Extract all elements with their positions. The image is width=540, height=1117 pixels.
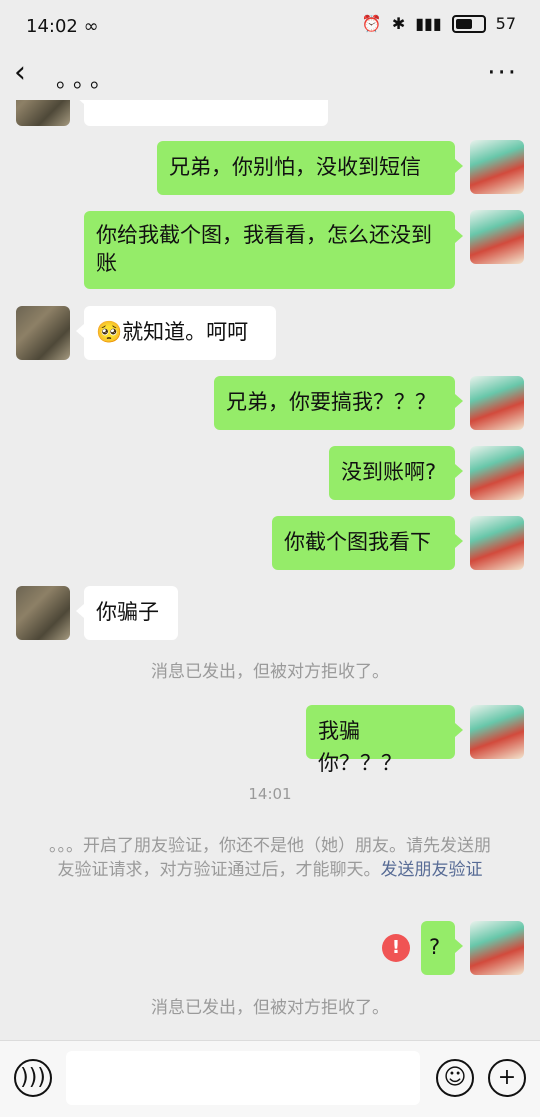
- message-bubble[interactable]: 没到账啊?: [329, 446, 463, 500]
- my-avatar[interactable]: [470, 516, 524, 570]
- message-bubble[interactable]: 兄弟，你要搞我？？？: [214, 376, 463, 430]
- my-avatar[interactable]: [470, 446, 524, 500]
- message-bubble[interactable]: 我骗你？？？: [306, 705, 463, 775]
- message-bubble[interactable]: 你给我截个图，我看看，怎么还没到账: [84, 211, 463, 289]
- status-bar: 14:02 ∞ ⏰ ✱ ▮▮▮ 57: [0, 0, 540, 52]
- my-avatar[interactable]: [470, 376, 524, 430]
- system-message: 消息已发出，但被对方拒收了。: [151, 662, 389, 682]
- message-bubble-partial[interactable]: [76, 100, 328, 126]
- message-bubble[interactable]: 🥺就知道。呵呵: [76, 306, 276, 360]
- contact-avatar[interactable]: [16, 306, 70, 360]
- voice-icon[interactable]: ))): [14, 1059, 52, 1097]
- my-avatar[interactable]: [470, 210, 524, 264]
- message-bubble[interactable]: 兄弟，你别怕，没收到短信: [157, 141, 463, 195]
- battery-level: 57: [495, 14, 516, 33]
- system-message: 消息已发出，但被对方拒收了。: [151, 998, 389, 1018]
- send-verification-link[interactable]: 发送朋友验证: [381, 860, 483, 880]
- message-bubble[interactable]: 你截个图我看下: [272, 516, 463, 570]
- input-bar: ))) ☺ +: [0, 1040, 540, 1117]
- my-avatar[interactable]: [470, 140, 524, 194]
- status-time: 14:02 ∞: [26, 16, 99, 37]
- message-bubble[interactable]: 你骗子: [76, 586, 178, 640]
- message-input[interactable]: [66, 1051, 420, 1105]
- status-icons: ⏰ ✱ ▮▮▮ 57: [362, 14, 516, 33]
- chat-title: 。。。: [56, 68, 119, 93]
- back-icon[interactable]: ‹: [14, 58, 26, 88]
- bluetooth-icon: ✱: [391, 14, 406, 33]
- verification-notice: 。。。开启了朋友验证，你还不是他（她）朋友。请先发送朋友验证请求，对方验证通过后…: [44, 834, 496, 882]
- timestamp: 14:01: [248, 785, 292, 803]
- battery-icon: [451, 14, 486, 33]
- contact-avatar[interactable]: [16, 586, 70, 640]
- send-failed-icon[interactable]: !: [382, 934, 410, 962]
- my-avatar[interactable]: [470, 705, 524, 759]
- alarm-icon: ⏰: [361, 14, 382, 33]
- chat-header: ‹ 。。。 ···: [0, 52, 540, 100]
- my-avatar[interactable]: [470, 921, 524, 975]
- emoji-icon[interactable]: ☺: [436, 1059, 474, 1097]
- contact-avatar[interactable]: [16, 100, 70, 126]
- signal-icon: ▮▮▮: [415, 14, 442, 33]
- more-icon[interactable]: ···: [487, 58, 518, 88]
- message-bubble[interactable]: ?: [421, 921, 463, 975]
- chat-area[interactable]: 兄弟，你别怕，没收到短信 你给我截个图，我看看，怎么还没到账 🥺就知道。呵呵 兄…: [0, 100, 540, 1040]
- plus-icon[interactable]: +: [488, 1059, 526, 1097]
